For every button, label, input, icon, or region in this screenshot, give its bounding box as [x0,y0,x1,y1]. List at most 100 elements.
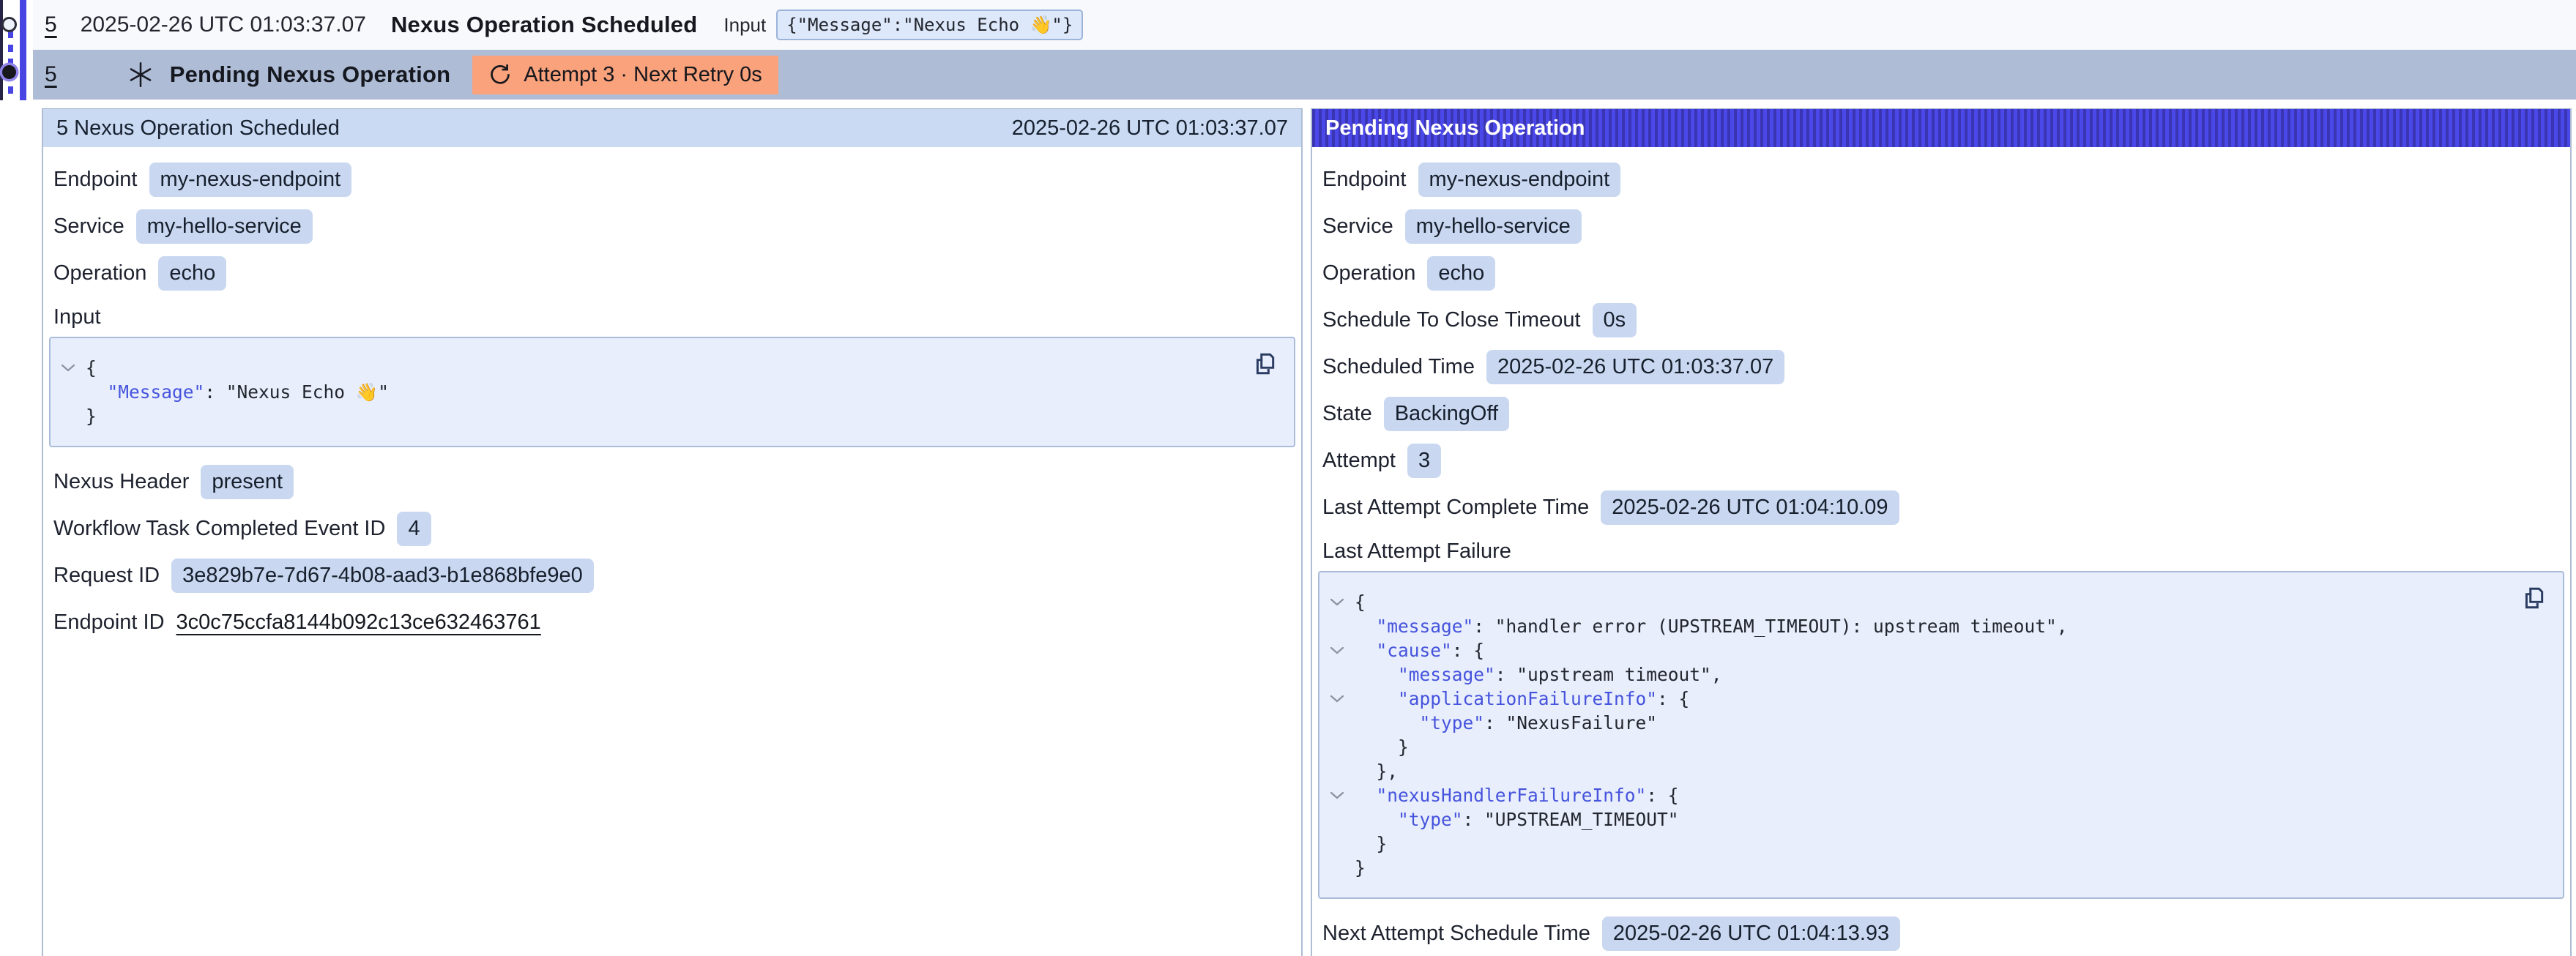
timeline-node-filled-icon[interactable] [2,65,16,79]
copy-json-button[interactable] [1251,351,1278,378]
code-line: "applicationFailureInfo": { [1319,687,2504,711]
code-text: { [1355,591,1366,613]
field-label: Scheduled Time [1322,355,1475,379]
field-value-chip: echo [158,256,226,291]
collapse-chevron-icon[interactable] [1329,694,1345,703]
code-text: "type": "UPSTREAM_TIMEOUT" [1355,809,1679,830]
left-panel-title: 5 Nexus Operation Scheduled [56,116,340,141]
field-value-chip: 4 [397,512,431,546]
field-value-chip: 2025-02-26 UTC 01:04:13.93 [1602,916,1900,951]
json-key: "message" [1398,664,1495,685]
code-text: "applicationFailureInfo": { [1355,688,1689,709]
field-next-attempt-schedule-time: Next Attempt Schedule Time 2025-02-26 UTC… [1322,916,2560,951]
timeline-node-open-icon[interactable] [1,17,17,32]
collapse-chevron-icon[interactable] [1329,597,1345,607]
code-line: "type": "UPSTREAM_TIMEOUT" [1319,807,2504,832]
timeline-edge-line [0,0,3,100]
code-line: "type": "NexusFailure" [1319,711,2504,735]
pending-event-id-link[interactable]: 5 [45,62,57,87]
field-operation: Operation echo [53,256,1291,291]
field-label: Service [1322,214,1393,239]
field-value-chip: 3 [1407,444,1441,478]
json-key: "type" [1398,809,1463,830]
field-value-chip: present [201,465,294,499]
retry-icon [488,63,512,86]
code-line: } [51,404,1235,428]
code-text: "message": "handler error (UPSTREAM_TIME… [1355,616,2068,637]
collapse-chevron-icon[interactable] [1329,791,1345,800]
field-value-chip: 2025-02-26 UTC 01:04:10.09 [1601,490,1899,525]
code-line: }, [1319,759,2504,783]
field-value-chip: my-hello-service [136,209,313,244]
field-label: Next Attempt Schedule Time [1322,922,1590,946]
json-key: "nexusHandlerFailureInfo" [1377,785,1647,806]
pending-title: Pending Nexus Operation [170,61,451,88]
code-text: } [1355,857,1366,878]
copy-icon [1252,351,1277,376]
json-key: "type" [1420,712,1485,733]
code-line: "nexusHandlerFailureInfo": { [1319,783,2504,807]
collapse-chevron-icon[interactable] [60,363,76,373]
input-preview-chip: {"Message":"Nexus Echo 👋"} [776,10,1083,40]
collapse-toggle[interactable] [51,363,86,373]
field-scheduled-time: Scheduled Time 2025-02-26 UTC 01:03:37.07 [1322,350,2560,384]
copy-json-button[interactable] [2520,586,2547,612]
code-line: { [1319,590,2504,614]
left-panel-timestamp: 2025-02-26 UTC 01:03:37.07 [1012,116,1288,141]
field-value-chip: BackingOff [1384,397,1509,431]
field-last-attempt-complete-time: Last Attempt Complete Time2025-02-26 UTC… [1322,490,2560,525]
code-text: "message": "upstream timeout", [1355,664,1722,685]
right-panel-header: Pending Nexus Operation [1312,109,2570,147]
timeline-active-bar [20,0,26,100]
field-value-chip: my-nexus-endpoint [1418,163,1621,197]
field-label: Nexus Header [53,470,189,494]
field-value-link[interactable]: 3c0c75ccfa8144b092c13ce632463761 [176,610,541,635]
collapse-toggle[interactable] [1319,646,1355,655]
event-history-view: 5 2025-02-26 UTC 01:03:37.07 Nexus Opera… [0,0,2576,956]
field-label: Endpoint [1322,168,1407,192]
field-value-chip: my-hello-service [1405,209,1582,244]
field-value-chip: my-nexus-endpoint [149,163,352,197]
code-line: "Message": "Nexus Echo 👋" [51,380,1235,404]
collapse-toggle[interactable] [1319,597,1355,607]
field-workflow-task-completed-event-id: Workflow Task Completed Event ID 4 [53,512,1291,546]
attempt-badge-text: Attempt 3 · Next Retry 0s [524,63,762,87]
code-line: } [1319,856,2504,880]
code-text: "nexusHandlerFailureInfo": { [1355,785,1679,806]
copy-icon [2521,586,2546,610]
field-nexus-header: Nexus Header present [53,465,1291,499]
code-text: "Message": "Nexus Echo 👋" [86,381,389,403]
field-label: Operation [53,261,146,285]
field-label: Endpoint [53,168,138,192]
code-line: { [51,356,1235,380]
field-label: Workflow Task Completed Event ID [53,517,385,541]
field-request-id: Request ID3e829b7e-7d67-4b08-aad3-b1e868… [53,559,1291,593]
field-endpoint-id: Endpoint ID 3c0c75ccfa8144b092c13ce632463… [53,605,1291,640]
code-text: } [86,406,97,427]
collapse-chevron-icon[interactable] [1329,646,1345,655]
event-row-pending-nexus-operation[interactable]: 5 Pending Nexus Operation Attempt 3 · Ne… [33,50,2576,100]
field-attempt: Attempt3 [1322,444,2560,478]
input-label: Input [723,14,766,37]
input-json-block: { "Message": "Nexus Echo 👋"} [49,337,1295,447]
event-timestamp: 2025-02-26 UTC 01:03:37.07 [81,12,366,37]
json-key: "applicationFailureInfo" [1398,688,1657,709]
collapse-toggle[interactable] [1319,791,1355,800]
code-line: "cause": { [1319,638,2504,662]
event-row-nexus-operation-scheduled[interactable]: 5 2025-02-26 UTC 01:03:37.07 Nexus Opera… [33,0,2576,50]
event-id-link[interactable]: 5 [45,12,57,37]
code-text: "type": "NexusFailure" [1355,712,1657,733]
field-schedule-to-close-timeout: Schedule To Close Timeout0s [1322,303,2560,337]
code-text: } [1355,736,1409,758]
event-title: Nexus Operation Scheduled [391,12,697,38]
field-label: Service [53,214,124,239]
field-label: Endpoint ID [53,610,165,635]
last-attempt-failure-json-block: { "message": "handler error (UPSTREAM_TI… [1318,571,2564,899]
field-state: StateBackingOff [1322,397,2560,431]
collapse-toggle[interactable] [1319,694,1355,703]
panel-pending-nexus-operation: Pending Nexus Operation Endpoint my-nexus… [1311,108,2572,956]
code-line: } [1319,735,2504,759]
field-value-chip: 2025-02-26 UTC 01:03:37.07 [1486,350,1784,384]
field-value-chip: 0s [1593,303,1637,337]
field-value-chip: echo [1427,256,1495,291]
